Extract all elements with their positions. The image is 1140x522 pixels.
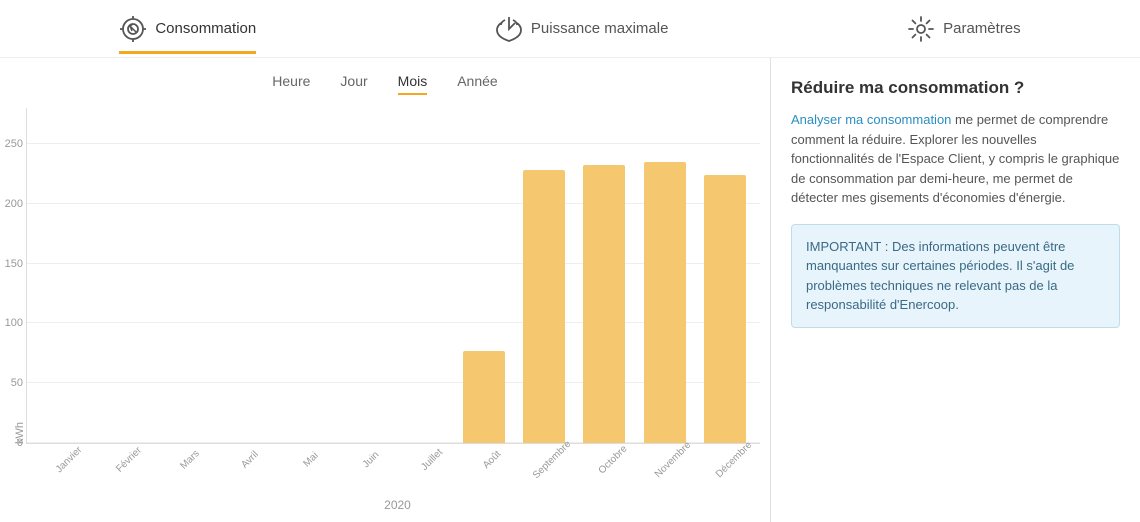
nav-parametres-label: Paramètres bbox=[943, 20, 1021, 37]
bars-area bbox=[27, 108, 760, 443]
nav-puissance-label: Puissance maximale bbox=[531, 20, 669, 37]
chart-area: kWh 0 50 100 bbox=[10, 108, 760, 444]
nav-consommation[interactable]: Consommation bbox=[119, 15, 256, 53]
x-tick-août: Août bbox=[467, 435, 538, 506]
bar-group-janvier bbox=[32, 108, 92, 443]
nav-parametres[interactable]: Paramètres bbox=[907, 15, 1021, 53]
chart-container: kWh 0 50 100 bbox=[10, 108, 760, 512]
tab-jour[interactable]: Jour bbox=[340, 73, 367, 93]
y-tick-200: 200 bbox=[5, 198, 23, 210]
bar-group-septembre bbox=[514, 108, 574, 443]
puissance-icon bbox=[495, 15, 523, 43]
top-navigation: Consommation Puissance maximale Paramètr… bbox=[0, 0, 1140, 58]
panel-link[interactable]: Analyser ma consommation bbox=[791, 112, 951, 127]
x-tick-avril: Avril bbox=[225, 435, 296, 506]
x-tick-novembre: Novembre bbox=[648, 435, 719, 506]
y-tick-0: 0 bbox=[17, 437, 23, 449]
bar-août bbox=[463, 351, 505, 443]
x-tick-janvier: Janvier bbox=[44, 435, 115, 506]
tab-heure[interactable]: Heure bbox=[272, 73, 310, 93]
main-content: Heure Jour Mois Année kWh 0 bbox=[0, 58, 1140, 522]
right-panel: Réduire ma consommation ? Analyser ma co… bbox=[770, 58, 1140, 522]
consommation-icon bbox=[119, 15, 147, 43]
x-tick-septembre: Septembre bbox=[527, 435, 598, 506]
tab-mois[interactable]: Mois bbox=[398, 73, 428, 93]
bar-octobre bbox=[583, 165, 625, 443]
nav-consommation-label: Consommation bbox=[155, 20, 256, 37]
panel-text: Analyser ma consommation me permet de co… bbox=[791, 110, 1120, 208]
bar-group-juin bbox=[333, 108, 393, 443]
chart-section: Heure Jour Mois Année kWh 0 bbox=[0, 58, 770, 522]
x-tick-juin: Juin bbox=[346, 435, 417, 506]
bar-group-décembre bbox=[695, 108, 755, 443]
chart-inner: 0 50 100 150 bbox=[26, 108, 760, 444]
y-tick-150: 150 bbox=[5, 258, 23, 270]
bar-group-mai bbox=[273, 108, 333, 443]
y-tick-250: 250 bbox=[5, 138, 23, 150]
parametres-icon bbox=[907, 15, 935, 43]
y-axis-label: kWh bbox=[10, 98, 26, 444]
x-tick-décembre: Décembre bbox=[708, 435, 779, 506]
x-axis: JanvierFévrierMarsAvrilMaiJuinJuilletAoû… bbox=[10, 448, 760, 496]
y-tick-50: 50 bbox=[11, 377, 23, 389]
chart-year: 2020 bbox=[10, 498, 760, 512]
bar-group-novembre bbox=[635, 108, 695, 443]
info-text: IMPORTANT : Des informations peuvent êtr… bbox=[806, 239, 1074, 313]
y-tick-100: 100 bbox=[5, 317, 23, 329]
x-tick-mai: Mai bbox=[286, 435, 357, 506]
x-tick-mars: Mars bbox=[165, 435, 236, 506]
bar-group-octobre bbox=[574, 108, 634, 443]
bar-septembre bbox=[523, 170, 565, 443]
info-box: IMPORTANT : Des informations peuvent êtr… bbox=[791, 224, 1120, 328]
bar-group-mars bbox=[153, 108, 213, 443]
panel-title: Réduire ma consommation ? bbox=[791, 78, 1120, 98]
bar-group-avril bbox=[213, 108, 273, 443]
bar-décembre bbox=[704, 175, 746, 443]
nav-puissance[interactable]: Puissance maximale bbox=[495, 15, 669, 53]
tab-annee[interactable]: Année bbox=[457, 73, 497, 93]
bar-group-juillet bbox=[394, 108, 454, 443]
x-tick-octobre: Octobre bbox=[588, 435, 659, 506]
x-tick-février: Février bbox=[104, 435, 175, 506]
bar-group-août bbox=[454, 108, 514, 443]
bar-group-février bbox=[92, 108, 152, 443]
bar-novembre bbox=[644, 162, 686, 443]
x-tick-juillet: Juillet bbox=[406, 435, 477, 506]
time-tabs: Heure Jour Mois Année bbox=[10, 73, 760, 93]
